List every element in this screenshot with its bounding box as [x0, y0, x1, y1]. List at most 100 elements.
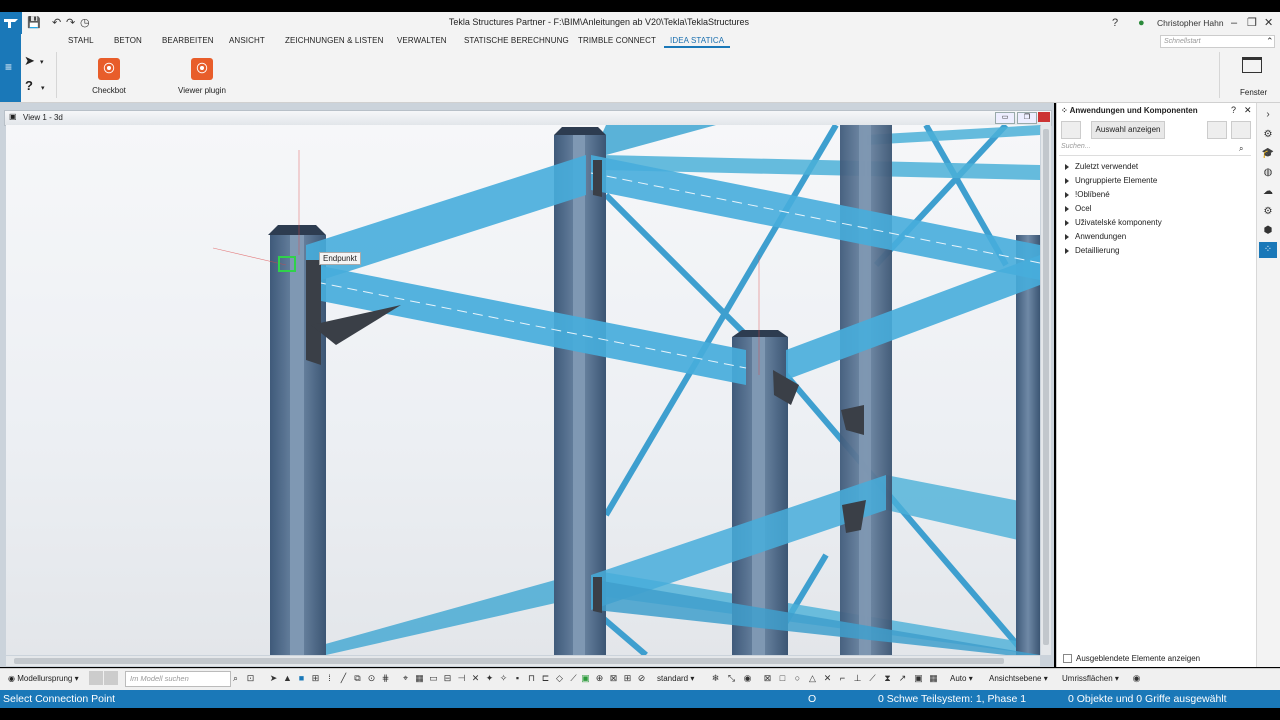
menu-beton[interactable]: BETON [114, 36, 142, 45]
checkbox[interactable] [1063, 654, 1072, 664]
show-selection-button[interactable]: Auswahl anzeigen [1091, 121, 1165, 139]
menu-trimble-connect[interactable]: TRIMBLE CONNECT [578, 36, 656, 45]
eye-icon[interactable]: ◉ [1131, 673, 1142, 684]
visibility-icon[interactable]: ◉ [742, 673, 753, 684]
menu-idea-statica[interactable]: IDEA STATICA [670, 36, 724, 45]
select-pointer-icon[interactable]: ➤ [24, 53, 35, 69]
tree-item[interactable]: Uživatelské komponenty [1065, 218, 1162, 227]
chevron-down-icon[interactable]: ▾ [41, 84, 45, 92]
chevron-right-icon[interactable]: › [1259, 107, 1277, 123]
window-icon[interactable] [1242, 57, 1262, 73]
close-icon[interactable]: ✕ [1244, 105, 1252, 116]
view-close-button[interactable] [1038, 112, 1050, 122]
grid-toggle[interactable] [89, 671, 103, 685]
hamburger-icon[interactable]: ≡ [5, 60, 12, 74]
cross-icon[interactable]: ✕ [822, 673, 833, 684]
snap-end-icon[interactable]: ✦ [484, 673, 495, 684]
select-line-icon[interactable]: ╱ [338, 673, 349, 684]
triangle-icon[interactable]: △ [807, 673, 818, 684]
snap-plane-icon[interactable]: ⊘ [636, 673, 647, 684]
expand-icon[interactable] [1065, 191, 1069, 198]
filter-dropdown[interactable]: standard ▾ [657, 674, 694, 683]
expand-icon[interactable] [1065, 219, 1069, 226]
show-hidden-checkbox[interactable]: Ausgeblendete Elemente anzeigen [1063, 654, 1200, 664]
applications-icon[interactable]: ⁘ [1259, 242, 1277, 258]
zoom-icon[interactable]: ⊡ [245, 673, 256, 684]
search-icon[interactable]: ⌕ [1239, 144, 1243, 154]
model-search-input[interactable]: Im Modell suchen [125, 671, 231, 687]
grid-view-icon[interactable] [1061, 121, 1081, 139]
undo-icon[interactable]: ↶ [52, 16, 61, 30]
snap-free-icon[interactable]: ▣ [580, 673, 591, 684]
snap-center-icon[interactable]: ✧ [498, 673, 509, 684]
3d-viewport[interactable]: Endpunkt [6, 125, 1040, 655]
expand-icon[interactable] [1065, 247, 1069, 254]
side-menu-strip[interactable]: ≡ [0, 34, 21, 102]
search-icon[interactable]: ⌕ [230, 673, 241, 684]
snap-geometry-icon[interactable]: ⊞ [622, 673, 633, 684]
diagonal-icon[interactable]: ⟋ [867, 673, 878, 684]
help-icon[interactable]: ? [1231, 105, 1236, 115]
steel-structure-model[interactable] [6, 125, 1040, 655]
select-assembly-icon[interactable]: ⊞ [310, 673, 321, 684]
record-icon[interactable]: ▣ [913, 673, 924, 684]
expand-icon[interactable] [1065, 205, 1069, 212]
snap-any-icon[interactable]: ⊕ [594, 673, 605, 684]
list-view-icon[interactable] [1207, 121, 1227, 139]
outline-surfaces-dropdown[interactable]: Umrissflächen ▾ [1062, 674, 1119, 683]
tree-item[interactable]: Ocel [1065, 204, 1091, 213]
menu-stahl[interactable]: STAHL [68, 36, 94, 45]
filter-icon[interactable]: ⌖ [400, 673, 411, 684]
tree-item[interactable]: !Oblíbené [1065, 190, 1110, 199]
select-object-icon[interactable]: ■ [296, 673, 307, 684]
quick-start-search[interactable]: Schnellstart [1160, 35, 1275, 48]
snap-intersection-icon[interactable]: ⊓ [526, 673, 537, 684]
tree-item[interactable]: Ungruppierte Elemente [1065, 176, 1157, 185]
expand-icon[interactable] [1065, 177, 1069, 184]
learning-icon[interactable]: 🎓 [1259, 146, 1277, 162]
auto-dropdown[interactable]: Auto ▾ [950, 674, 973, 683]
arrow-icon[interactable]: ↗ [897, 673, 908, 684]
select-icon[interactable]: ➤ [268, 673, 279, 684]
corner-icon[interactable]: ⌐ [837, 673, 848, 684]
square-icon[interactable]: □ [777, 673, 788, 684]
snap-extension-icon[interactable]: ⊠ [608, 673, 619, 684]
menu-statische-berechnung[interactable]: STATISCHE BERECHNUNG [464, 36, 569, 45]
history-icon[interactable]: ◷ [80, 16, 90, 30]
select-bolt-icon[interactable]: ⊙ [366, 673, 377, 684]
viewer-plugin-button[interactable]: ⦿ Viewer plugin [172, 58, 232, 95]
view-plane-dropdown[interactable]: Ansichtsebene ▾ [989, 674, 1048, 683]
snap-settings-icon[interactable]: ❄ [710, 673, 721, 684]
help-icon[interactable]: ? [1112, 16, 1118, 30]
menu-ansicht[interactable]: ANSICHT [229, 36, 265, 45]
model-origin-dropdown[interactable]: ◉ Modellursprung ▾ [8, 674, 79, 683]
view-minimize-button[interactable]: ▭ [995, 112, 1015, 124]
checkbot-button[interactable]: ⦿ Checkbot [79, 58, 139, 95]
cursor-icon[interactable]: ⤡ [726, 673, 737, 684]
snap-line-icon[interactable]: ◇ [554, 673, 565, 684]
menu-bearbeiten[interactable]: BEARBEITEN [162, 36, 214, 45]
close-icon[interactable]: ✕ [1264, 16, 1273, 30]
minimize-icon[interactable]: – [1231, 16, 1237, 30]
chevron-down-icon[interactable]: ▾ [40, 58, 44, 66]
snap-point-icon[interactable]: ✕ [470, 673, 481, 684]
cloud-icon[interactable]: ☁ [1259, 184, 1277, 200]
cut-icon[interactable]: ⊟ [442, 673, 453, 684]
expand-icon[interactable] [1065, 163, 1069, 170]
expand-icon[interactable] [1065, 233, 1069, 240]
select-grid-icon[interactable]: ⁞ [324, 673, 335, 684]
plane-toggle[interactable] [104, 671, 118, 685]
chevron-up-icon[interactable]: ⌃ [1266, 34, 1274, 48]
grid-icon[interactable]: ▦ [928, 673, 939, 684]
properties-icon[interactable]: ⚙ [1259, 127, 1277, 143]
rebar-icon[interactable]: ▦ [414, 673, 425, 684]
collapse-icon[interactable] [1231, 121, 1251, 139]
restore-icon[interactable]: ❐ [1247, 16, 1257, 30]
select-part-icon[interactable]: ▲ [282, 673, 293, 684]
tree-item[interactable]: Zuletzt verwendet [1065, 162, 1138, 171]
snap-help-icon[interactable]: ? [25, 78, 33, 93]
snap-perpendicular-icon[interactable]: ⊏ [540, 673, 551, 684]
tree-item[interactable]: Detaillierung [1065, 246, 1119, 255]
window-label[interactable]: Fenster [1240, 88, 1267, 97]
cube-icon[interactable]: ⬢ [1259, 223, 1277, 239]
